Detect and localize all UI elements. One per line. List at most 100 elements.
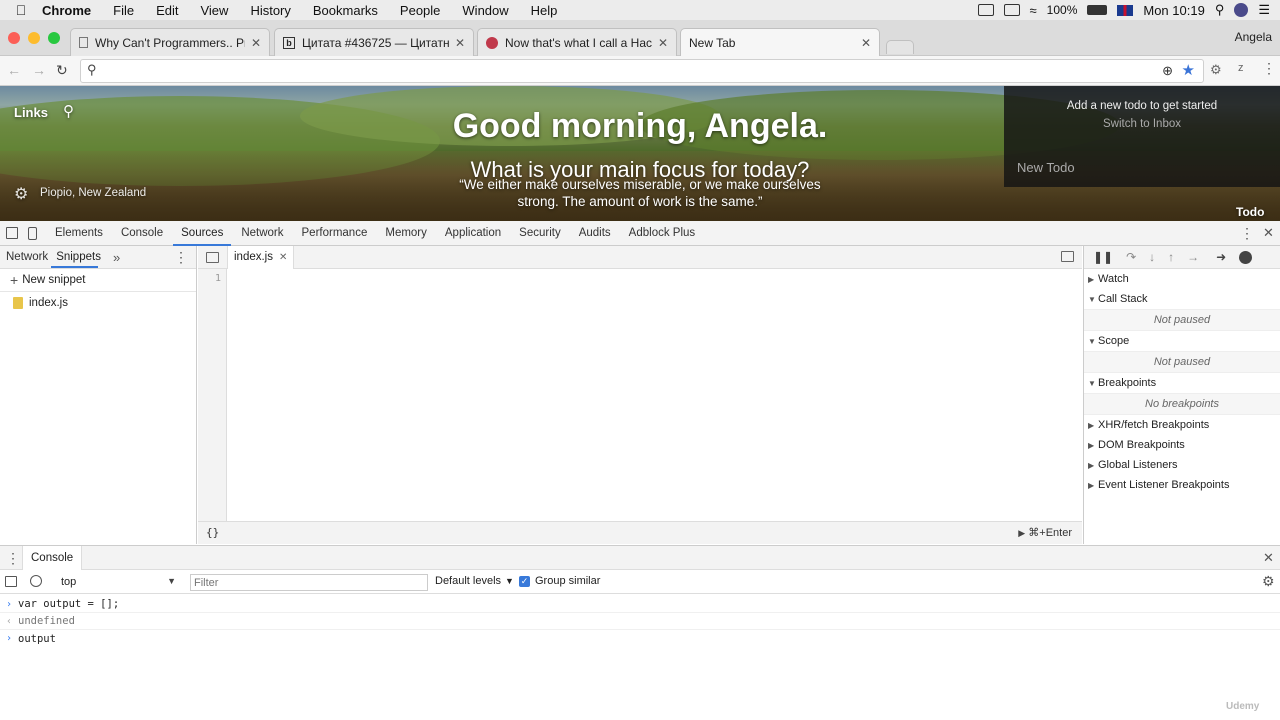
more-tabs-icon[interactable]: » bbox=[113, 250, 120, 265]
menu-history[interactable]: History bbox=[250, 3, 290, 18]
inspect-element-icon[interactable] bbox=[6, 227, 18, 239]
close-tab-icon[interactable]: ✕ bbox=[861, 36, 871, 50]
location-target-icon[interactable]: ⊕ bbox=[1162, 63, 1173, 79]
menu-clock[interactable]: Mon 10:19 bbox=[1143, 3, 1204, 18]
snippet-file-item[interactable]: index.js bbox=[0, 292, 196, 314]
breakpoints-section[interactable]: ▼ Breakpoints bbox=[1084, 373, 1280, 393]
chrome-menu-icon[interactable]: ⋮ bbox=[1262, 60, 1276, 77]
menu-help[interactable]: Help bbox=[531, 3, 558, 18]
user-icon[interactable] bbox=[1234, 3, 1249, 17]
tab-security[interactable]: Security bbox=[519, 227, 561, 239]
display-icon[interactable] bbox=[977, 4, 994, 16]
new-snippet-button[interactable]: + New snippet bbox=[0, 269, 196, 292]
tab-application[interactable]: Application bbox=[445, 227, 501, 239]
watch-section[interactable]: ▶ Watch bbox=[1084, 269, 1280, 289]
tab-performance[interactable]: Performance bbox=[302, 227, 368, 239]
devtools-menu-icon[interactable]: ⋮ bbox=[1240, 225, 1254, 242]
close-tab-icon[interactable]: ✕ bbox=[455, 36, 465, 50]
console-prompt-line[interactable]: › output bbox=[0, 630, 1280, 647]
menu-edit[interactable]: Edit bbox=[156, 3, 178, 18]
xhr-breakpoints-section[interactable]: ▶ XHR/fetch Breakpoints bbox=[1084, 415, 1280, 435]
address-bar[interactable]: ⚲ ⊕ ★ bbox=[80, 59, 1204, 83]
group-similar-checkbox[interactable]: ✓ Group similar bbox=[519, 575, 600, 587]
clear-console-icon[interactable] bbox=[30, 575, 42, 587]
camera-icon[interactable] bbox=[1003, 4, 1020, 16]
global-listeners-section[interactable]: ▶ Global Listeners bbox=[1084, 455, 1280, 475]
tab-adblock-plus[interactable]: Adblock Plus bbox=[629, 227, 695, 239]
device-toolbar-icon[interactable] bbox=[28, 226, 37, 240]
step-out-icon[interactable]: ↑ bbox=[1168, 250, 1174, 264]
navigator-tab-snippets[interactable]: Snippets bbox=[56, 251, 101, 263]
close-window-button[interactable] bbox=[8, 32, 20, 44]
switch-to-inbox-link[interactable]: Switch to Inbox bbox=[1004, 118, 1280, 130]
new-todo-input[interactable]: New Todo bbox=[1017, 160, 1075, 175]
code-area[interactable] bbox=[228, 269, 1082, 521]
tab-elements[interactable]: Elements bbox=[55, 227, 103, 239]
step-icon[interactable]: → bbox=[1187, 250, 1199, 264]
menu-view[interactable]: View bbox=[200, 3, 228, 18]
wifi-icon[interactable]: ≈ bbox=[1030, 3, 1037, 18]
navigator-menu-icon[interactable]: ⋮ bbox=[174, 249, 188, 266]
tab-memory[interactable]: Memory bbox=[385, 227, 427, 239]
tab-4[interactable]: New Tab ✕ bbox=[680, 28, 880, 57]
step-over-icon[interactable]: ↷ bbox=[1126, 250, 1136, 264]
menu-people[interactable]: People bbox=[400, 3, 440, 18]
tab-1[interactable]: Why Can't Programmers.. Prog ✕ bbox=[70, 28, 270, 56]
toggle-navigator-icon[interactable] bbox=[206, 251, 219, 263]
extension-z-icon[interactable]: z bbox=[1238, 62, 1244, 74]
new-tab-button[interactable] bbox=[886, 40, 914, 54]
console-sidebar-icon[interactable] bbox=[5, 576, 17, 587]
menu-app-name[interactable]: Chrome bbox=[42, 3, 91, 18]
back-icon[interactable]: ← bbox=[7, 62, 21, 78]
close-tab-icon[interactable]: ✕ bbox=[658, 36, 668, 50]
scope-section[interactable]: ▼ Scope bbox=[1084, 331, 1280, 351]
minimize-window-button[interactable] bbox=[28, 32, 40, 44]
tab-2[interactable]: b Цитата #436725 — Цитатник ✕ bbox=[274, 28, 474, 56]
event-listener-breakpoints-section[interactable]: ▶ Event Listener Breakpoints bbox=[1084, 475, 1280, 495]
console-filter-input[interactable] bbox=[190, 574, 428, 591]
extension-bug-icon[interactable]: ⚙ bbox=[1210, 62, 1222, 78]
dom-breakpoints-section[interactable]: ▶ DOM Breakpoints bbox=[1084, 435, 1280, 455]
forward-icon[interactable]: → bbox=[32, 62, 46, 78]
console-settings-gear-icon[interactable]: ⚙ bbox=[1262, 573, 1275, 590]
menu-window[interactable]: Window bbox=[462, 3, 508, 18]
close-file-tab-icon[interactable]: ✕ bbox=[279, 252, 287, 263]
menu-file[interactable]: File bbox=[113, 3, 134, 18]
console-drawer-tab[interactable]: Console bbox=[22, 546, 83, 570]
flag-icon[interactable] bbox=[1117, 4, 1134, 16]
tab-3[interactable]: Now that's what I call a Hacker ✕ bbox=[477, 28, 677, 56]
search-icon[interactable]: ⚲ bbox=[63, 102, 74, 120]
pretty-print-button[interactable]: {} bbox=[206, 526, 219, 539]
tab-network[interactable]: Network bbox=[241, 227, 283, 239]
location-label[interactable]: Piopio, New Zealand bbox=[40, 187, 146, 199]
tab-sources[interactable]: Sources bbox=[173, 227, 232, 246]
settings-gear-icon[interactable]: ⚙ bbox=[14, 184, 28, 204]
context-selector[interactable]: top ▼ bbox=[54, 573, 178, 591]
tab-audits[interactable]: Audits bbox=[579, 227, 611, 239]
navigator-tab-network[interactable]: Network bbox=[6, 251, 48, 263]
pause-icon[interactable]: ❚❚ bbox=[1093, 250, 1113, 264]
notification-icon[interactable]: ☰ bbox=[1258, 2, 1270, 18]
step-into-icon[interactable]: ↓ bbox=[1149, 250, 1155, 264]
close-devtools-icon[interactable]: ✕ bbox=[1263, 225, 1274, 241]
close-tab-icon[interactable]: ✕ bbox=[251, 36, 261, 50]
pause-on-exceptions-icon[interactable] bbox=[1239, 250, 1253, 264]
todo-toggle-button[interactable]: Todo bbox=[1236, 205, 1264, 219]
drawer-menu-icon[interactable]: ⋮ bbox=[6, 550, 20, 567]
spotlight-icon[interactable]: ⚲ bbox=[1215, 2, 1225, 18]
reload-icon[interactable]: ↻ bbox=[56, 62, 68, 79]
toggle-debugger-icon[interactable] bbox=[1061, 251, 1074, 262]
menu-bookmarks[interactable]: Bookmarks bbox=[313, 3, 378, 18]
battery-icon[interactable] bbox=[1087, 5, 1108, 15]
editor-file-tab[interactable]: index.js ✕ bbox=[227, 245, 295, 269]
apple-icon[interactable]:  bbox=[0, 2, 42, 18]
close-drawer-icon[interactable]: ✕ bbox=[1263, 550, 1274, 566]
bookmark-star-icon[interactable]: ★ bbox=[1182, 61, 1195, 79]
zoom-window-button[interactable] bbox=[48, 32, 60, 44]
profile-name[interactable]: Angela bbox=[1235, 30, 1272, 44]
deactivate-breakpoints-icon[interactable]: ➜ bbox=[1216, 250, 1226, 264]
links-button[interactable]: Links bbox=[14, 105, 48, 120]
log-levels-dropdown[interactable]: Default levels ▼ bbox=[435, 575, 514, 587]
run-snippet-button[interactable]: ▶ ⌘+Enter bbox=[1018, 526, 1072, 539]
tab-console[interactable]: Console bbox=[121, 227, 163, 239]
